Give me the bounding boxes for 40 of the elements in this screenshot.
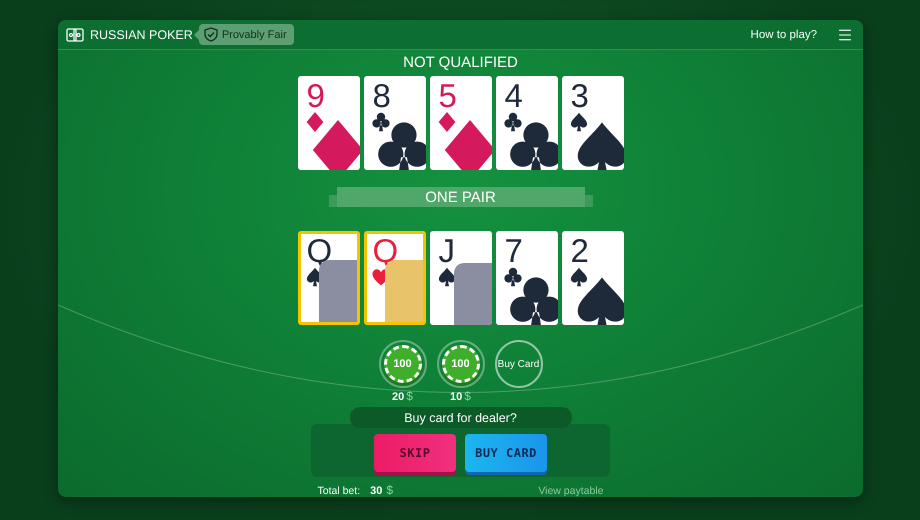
cards-icon <box>66 28 84 42</box>
suit-icon <box>436 112 456 132</box>
card-rank: 7 <box>504 233 523 269</box>
suit-icon <box>304 112 324 132</box>
view-paytable-link[interactable]: View paytable <box>538 485 604 497</box>
bet-amount: 10 <box>450 391 462 403</box>
total-bet-label: Total bet: <box>318 485 360 497</box>
suit-icon <box>436 267 456 287</box>
suit-icon <box>502 267 522 287</box>
card-rank: 4 <box>504 78 523 114</box>
suit-icon <box>568 112 588 132</box>
game-title: RUSSIAN POKER <box>90 28 193 42</box>
suit-icon <box>370 112 390 132</box>
card-rank: 3 <box>570 78 589 114</box>
currency-sign: $ <box>406 389 413 403</box>
how-to-play-link[interactable]: How to play? <box>750 28 817 40</box>
currency-sign: $ <box>464 389 471 403</box>
prompt-message: Buy card for dealer? <box>350 407 572 428</box>
currency-sign: $ <box>386 483 394 497</box>
card-rank: 2 <box>570 233 589 269</box>
hand-name-banner: ONE PAIR <box>336 187 584 207</box>
buy-card-button[interactable]: BUY CARD <box>465 434 547 472</box>
suit-icon <box>568 267 588 287</box>
dealer-status: NOT QUALIFIED <box>403 53 518 73</box>
suit-icon <box>502 112 522 132</box>
card-rank: 5 <box>438 78 457 114</box>
chip-value: 100 <box>451 358 470 370</box>
badge-label: Provably Fair <box>222 28 287 40</box>
card-rank: 9 <box>306 78 325 114</box>
skip-button[interactable]: SKIP <box>374 434 456 472</box>
total-bet-amount: 30 <box>370 485 382 497</box>
buy-card-chip[interactable]: Buy Card <box>494 340 542 388</box>
card-rank: J <box>438 233 455 269</box>
bet-chip-ring[interactable]: 100 <box>436 340 484 388</box>
menu-icon[interactable] <box>837 26 853 42</box>
card-rank: 8 <box>372 78 391 114</box>
shield-check-icon <box>204 27 218 42</box>
bet-amount: 20 <box>392 391 404 403</box>
chip-value: 100 <box>393 358 412 370</box>
bet-chip-ring[interactable]: 100 <box>378 340 426 388</box>
